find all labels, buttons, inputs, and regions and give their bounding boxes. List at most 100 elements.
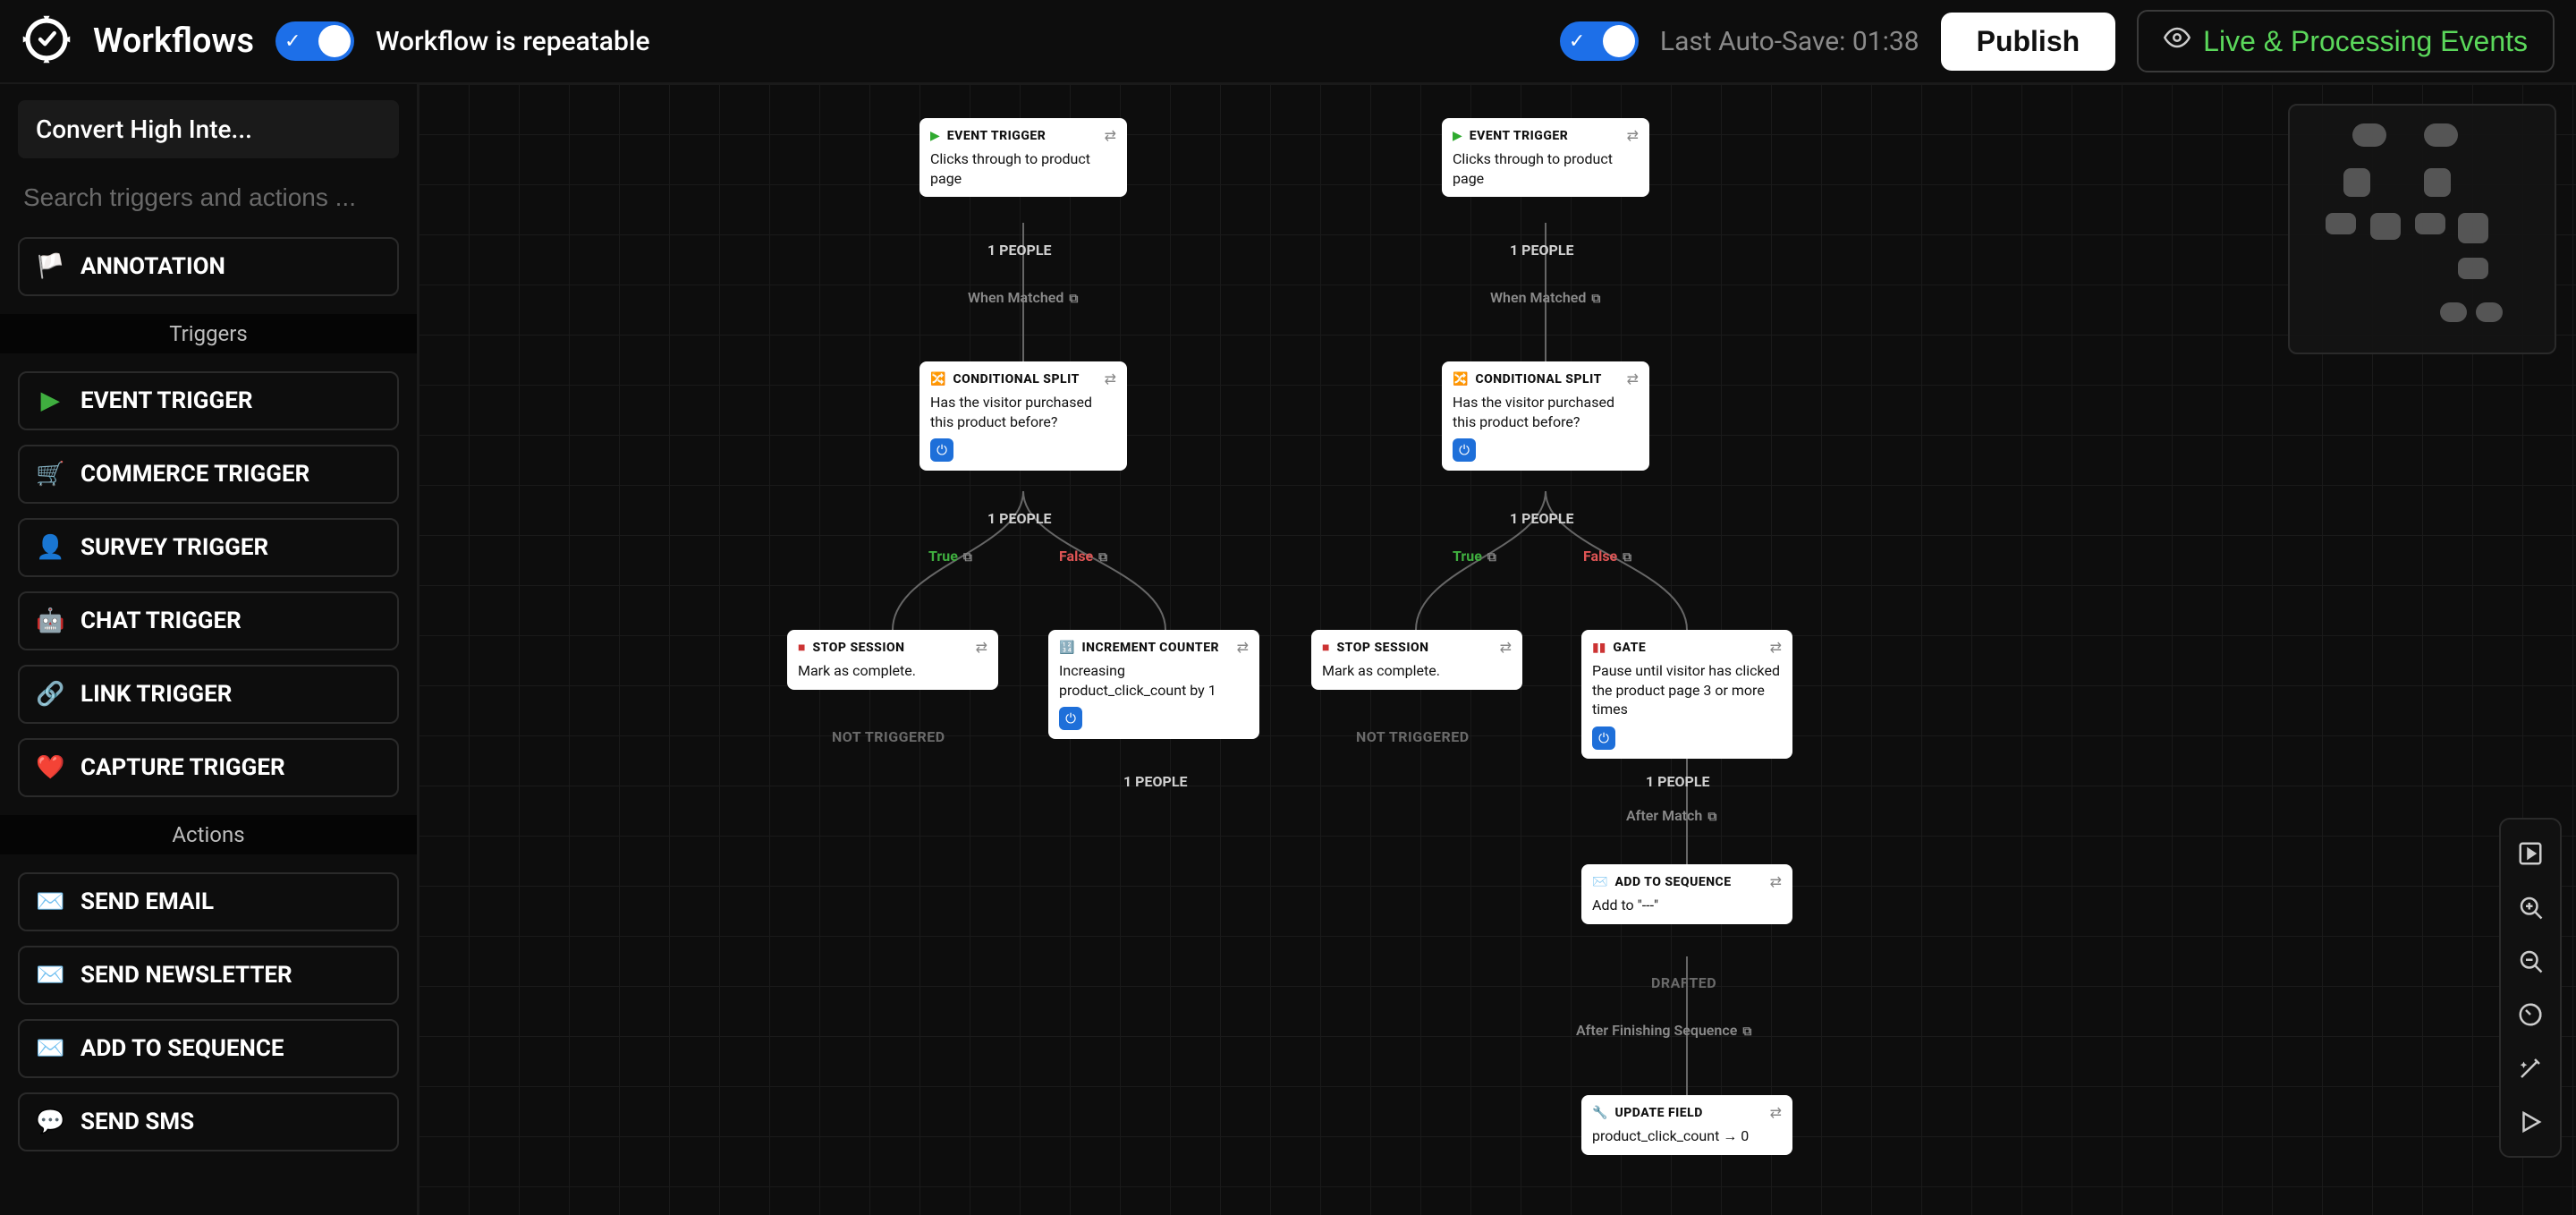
drag-handle-icon[interactable]: ⇄ (1627, 370, 1639, 387)
sidebar: Convert High Inte... 🏳️ ANNOTATION Trigg… (0, 84, 419, 1215)
field-icon: 🔧 (1592, 1106, 1607, 1120)
live-events-button[interactable]: Live & Processing Events (2137, 10, 2555, 72)
count-label: 1 PEOPLE (1646, 773, 1709, 790)
edge-label-when-matched: When Matched⧉ (1490, 289, 1600, 306)
play-icon: ▶ (36, 387, 64, 414)
drag-handle-icon[interactable]: ⇄ (1105, 370, 1116, 387)
minimap[interactable] (2288, 104, 2556, 354)
counter-icon: 🔢 (1059, 641, 1074, 655)
speech-icon: 💬 (36, 1109, 64, 1135)
edge-label-true: True⧉ (928, 548, 972, 565)
copy-icon: ⧉ (1098, 550, 1107, 565)
node-add-to-sequence[interactable]: ✉️ ADD TO SEQUENCE ⇄ Add to "---" (1581, 864, 1792, 924)
copy-icon: ⧉ (1707, 810, 1716, 824)
palette-add-to-sequence[interactable]: ✉️ ADD TO SEQUENCE (18, 1019, 399, 1078)
toggle-knob (1603, 25, 1635, 57)
toggle-knob (318, 25, 351, 57)
node-stop-session-b[interactable]: ■ STOP SESSION ⇄ Mark as complete. (1311, 630, 1522, 690)
count-label: 1 PEOPLE (1510, 510, 1573, 527)
copy-icon: ⧉ (1591, 292, 1600, 306)
play-icon: ▶ (930, 129, 940, 143)
search-input[interactable] (18, 173, 399, 223)
palette-send-sms[interactable]: 💬 SEND SMS (18, 1092, 399, 1151)
top-bar: Workflows ✓ Workflow is repeatable ✓ Las… (0, 0, 2576, 84)
palette-annotation[interactable]: 🏳️ ANNOTATION (18, 237, 399, 296)
node-gate[interactable]: ▮▮ GATE ⇄ Pause until visitor has clicke… (1581, 630, 1792, 759)
palette-survey-trigger[interactable]: 👤 SURVEY TRIGGER (18, 518, 399, 577)
node-increment-counter[interactable]: 🔢 INCREMENT COUNTER ⇄ Increasing product… (1048, 630, 1259, 739)
count-label: 1 PEOPLE (1510, 242, 1573, 259)
count-label: 1 PEOPLE (987, 510, 1051, 527)
node-update-field[interactable]: 🔧 UPDATE FIELD ⇄ product_click_count → 0 (1581, 1095, 1792, 1155)
node-conditional-split-b[interactable]: 🔀 CONDITIONAL SPLIT ⇄ Has the visitor pu… (1442, 361, 1649, 471)
palette-send-email[interactable]: ✉️ SEND EMAIL (18, 872, 399, 931)
drag-handle-icon[interactable]: ⇄ (1627, 127, 1639, 144)
node-conditional-split-a[interactable]: 🔀 CONDITIONAL SPLIT ⇄ Has the visitor pu… (919, 361, 1127, 471)
copy-icon: ⧉ (1742, 1024, 1751, 1039)
envelope-icon: ✉️ (36, 1035, 64, 1062)
check-icon: ✓ (1569, 30, 1585, 53)
drag-handle-icon[interactable]: ⇄ (976, 639, 987, 656)
edge-label-after-finishing: After Finishing Sequence⧉ (1576, 1022, 1751, 1039)
repeatable-label: Workflow is repeatable (376, 26, 650, 57)
count-label: 1 PEOPLE (1123, 773, 1187, 790)
run-button[interactable] (2507, 1099, 2554, 1145)
autosave-toggle[interactable]: ✓ (1560, 21, 1639, 61)
status-not-triggered: NOT TRIGGERED (832, 728, 945, 745)
count-label: 1 PEOPLE (987, 242, 1051, 259)
robot-icon: 🤖 (36, 608, 64, 634)
drag-handle-icon[interactable]: ⇄ (1770, 873, 1782, 890)
zoom-in-button[interactable] (2507, 884, 2554, 930)
palette-capture-trigger[interactable]: ❤️ CAPTURE TRIGGER (18, 738, 399, 797)
drag-handle-icon[interactable]: ⇄ (1237, 639, 1249, 656)
node-event-trigger-a[interactable]: ▶ EVENT TRIGGER ⇄ Clicks through to prod… (919, 118, 1127, 197)
palette-link-trigger[interactable]: 🔗 LINK TRIGGER (18, 665, 399, 724)
status-drafted: DRAFTED (1651, 974, 1716, 991)
drag-handle-icon[interactable]: ⇄ (1105, 127, 1116, 144)
cart-icon: 🛒 (36, 461, 64, 488)
repeatable-toggle[interactable]: ✓ (275, 21, 354, 61)
copy-icon: ⧉ (1623, 550, 1631, 565)
palette-send-newsletter[interactable]: ✉️ SEND NEWSLETTER (18, 946, 399, 1005)
edge-label-false: False⧉ (1583, 548, 1631, 565)
drag-handle-icon[interactable]: ⇄ (1770, 1104, 1782, 1121)
magic-button[interactable] (2507, 1045, 2554, 1092)
pause-icon: ▮▮ (1592, 641, 1606, 655)
triggers-section-header: Triggers (0, 314, 417, 353)
canvas-toolbar (2499, 818, 2562, 1158)
play-icon: ▶ (1453, 129, 1462, 143)
workflow-name-field[interactable]: Convert High Inte... (18, 100, 399, 158)
palette-chat-trigger[interactable]: 🤖 CHAT TRIGGER (18, 591, 399, 650)
power-icon: ⏻ (930, 438, 953, 462)
node-stop-session-a[interactable]: ■ STOP SESSION ⇄ Mark as complete. (787, 630, 998, 690)
heart-icon: ❤️ (36, 754, 64, 781)
envelope-icon: ✉️ (36, 962, 64, 989)
drag-handle-icon[interactable]: ⇄ (1770, 639, 1782, 656)
node-event-trigger-b[interactable]: ▶ EVENT TRIGGER ⇄ Clicks through to prod… (1442, 118, 1649, 197)
publish-button[interactable]: Publish (1941, 13, 2116, 71)
copy-icon: ⧉ (1069, 292, 1078, 306)
zoom-out-button[interactable] (2507, 938, 2554, 984)
palette-commerce-trigger[interactable]: 🛒 COMMERCE TRIGGER (18, 445, 399, 504)
power-icon: ⏻ (1592, 726, 1615, 750)
split-icon: 🔀 (1453, 372, 1468, 387)
check-icon: ✓ (284, 30, 301, 53)
envelope-icon: ✉️ (36, 888, 64, 915)
palette-event-trigger[interactable]: ▶ EVENT TRIGGER (18, 371, 399, 430)
workflow-canvas[interactable]: ▶ EVENT TRIGGER ⇄ Clicks through to prod… (419, 84, 2576, 1215)
copy-icon: ⧉ (1487, 550, 1496, 565)
fit-view-button[interactable] (2507, 830, 2554, 877)
edge-label-false: False⧉ (1059, 548, 1107, 565)
split-icon: 🔀 (930, 372, 945, 387)
copy-icon: ⧉ (963, 550, 972, 565)
person-icon: 👤 (36, 534, 64, 561)
app-title: Workflows (93, 21, 254, 61)
auto-layout-button[interactable] (2507, 991, 2554, 1038)
power-icon: ⏻ (1059, 707, 1082, 730)
edge-label-when-matched: When Matched⧉ (968, 289, 1078, 306)
actions-section-header: Actions (0, 815, 417, 854)
status-not-triggered: NOT TRIGGERED (1356, 728, 1470, 745)
drag-handle-icon[interactable]: ⇄ (1500, 639, 1512, 656)
envelope-icon: ✉️ (1592, 875, 1607, 889)
app-logo-icon (21, 14, 72, 68)
